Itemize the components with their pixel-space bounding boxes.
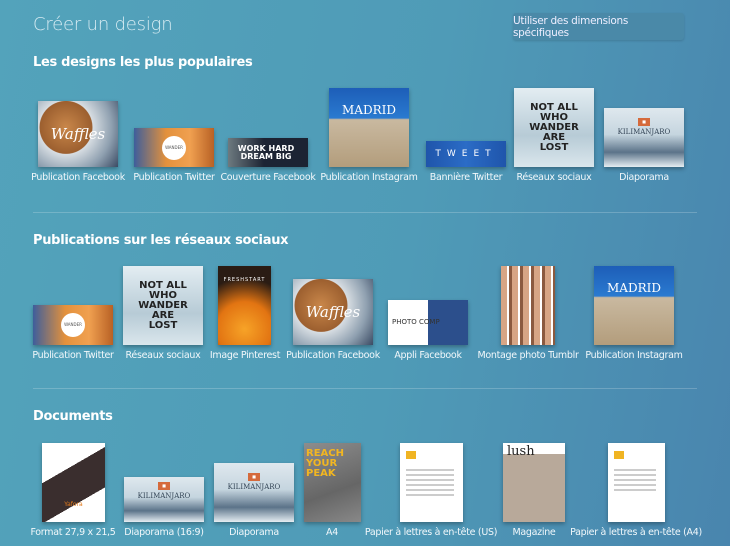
thumbnail[interactable]	[501, 266, 555, 345]
thumbnail-text: KILIMANJARO	[227, 483, 281, 491]
thumbnail[interactable]: WANDER	[33, 305, 113, 345]
thumbnail-badge: ■	[248, 473, 260, 481]
design-label[interactable]: Publication Twitter	[133, 172, 215, 183]
thumbnail-badge: ■	[158, 482, 170, 490]
thumbnail[interactable]: Waffles	[293, 279, 373, 345]
thumbnail[interactable]: NOT ALL WHO WANDER ARE LOST	[514, 88, 594, 167]
thumbnail[interactable]: MADRID	[594, 266, 674, 345]
thumbnail[interactable]: Yafora	[42, 443, 105, 522]
design-label[interactable]: Montage photo Tumblr	[477, 350, 578, 361]
thumbnail[interactable]: ■ KILIMANJARO	[124, 477, 204, 522]
thumbnail[interactable]: WANDER	[134, 128, 214, 167]
thumbnail-text: KILIMANJARO	[617, 128, 671, 136]
divider	[33, 212, 697, 213]
thumbnail-text: KILIMANJARO	[137, 492, 191, 500]
page-title: Créer un design	[33, 14, 173, 35]
section-title-social: Publications sur les réseaux sociaux	[33, 233, 289, 248]
thumbnail[interactable]: WORK HARD DREAM BIG	[228, 138, 308, 167]
thumbnail[interactable]: ■ KILIMANJARO	[214, 463, 294, 522]
design-label[interactable]: Publication Facebook	[286, 350, 380, 361]
design-label[interactable]: Diaporama (16:9)	[124, 527, 204, 538]
thumbnail[interactable]: NOT ALL WHO WANDER ARE LOST	[123, 266, 203, 345]
thumbnail[interactable]	[608, 443, 665, 522]
design-label[interactable]: Publication Instagram	[320, 172, 417, 183]
thumbnail-badge: ■	[638, 118, 650, 126]
design-label[interactable]: Réseaux sociaux	[517, 172, 592, 183]
design-label[interactable]: Publication Facebook	[31, 172, 125, 183]
design-label[interactable]: Réseaux sociaux	[126, 350, 201, 361]
thumbnail[interactable]	[400, 443, 463, 522]
design-label[interactable]: Publication Instagram	[585, 350, 682, 361]
section-title-popular: Les designs les plus populaires	[33, 55, 253, 70]
thumbnail[interactable]: lush	[503, 443, 565, 522]
section-title-documents: Documents	[33, 409, 113, 424]
thumbnail[interactable]: Waffles	[38, 101, 118, 167]
design-label[interactable]: Image Pinterest	[210, 350, 281, 361]
divider	[33, 388, 697, 389]
design-label[interactable]: Diaporama	[619, 172, 669, 183]
thumbnail[interactable]: ■ KILIMANJARO	[604, 108, 684, 167]
design-label[interactable]: Publication Twitter	[32, 350, 114, 361]
custom-dimensions-button[interactable]: Utiliser des dimensions spécifiques	[513, 13, 684, 40]
design-label[interactable]: Magazine	[513, 527, 556, 538]
thumbnail[interactable]: PHOTO COMP	[388, 300, 468, 345]
design-label[interactable]: Papier à lettres à en-tête (A4)	[570, 527, 702, 538]
thumbnail-text: WANDER	[162, 135, 186, 160]
thumbnail[interactable]: MADRID	[329, 88, 409, 167]
thumbnail[interactable]: FRESHSTART	[218, 266, 271, 345]
design-label[interactable]: A4	[326, 527, 338, 538]
design-label[interactable]: Couverture Facebook	[220, 172, 315, 183]
thumbnail[interactable]: REACH YOUR PEAK	[304, 443, 361, 522]
thumbnail-text: WANDER	[61, 313, 85, 337]
design-label[interactable]: Diaporama	[229, 527, 279, 538]
design-label[interactable]: Format 27,9 x 21,5	[30, 527, 115, 538]
design-label[interactable]: Appli Facebook	[394, 350, 462, 361]
thumbnail[interactable]: TWEET	[426, 141, 506, 167]
design-label[interactable]: Papier à lettres à en-tête (US)	[365, 527, 498, 538]
design-label[interactable]: Bannière Twitter	[430, 172, 503, 183]
